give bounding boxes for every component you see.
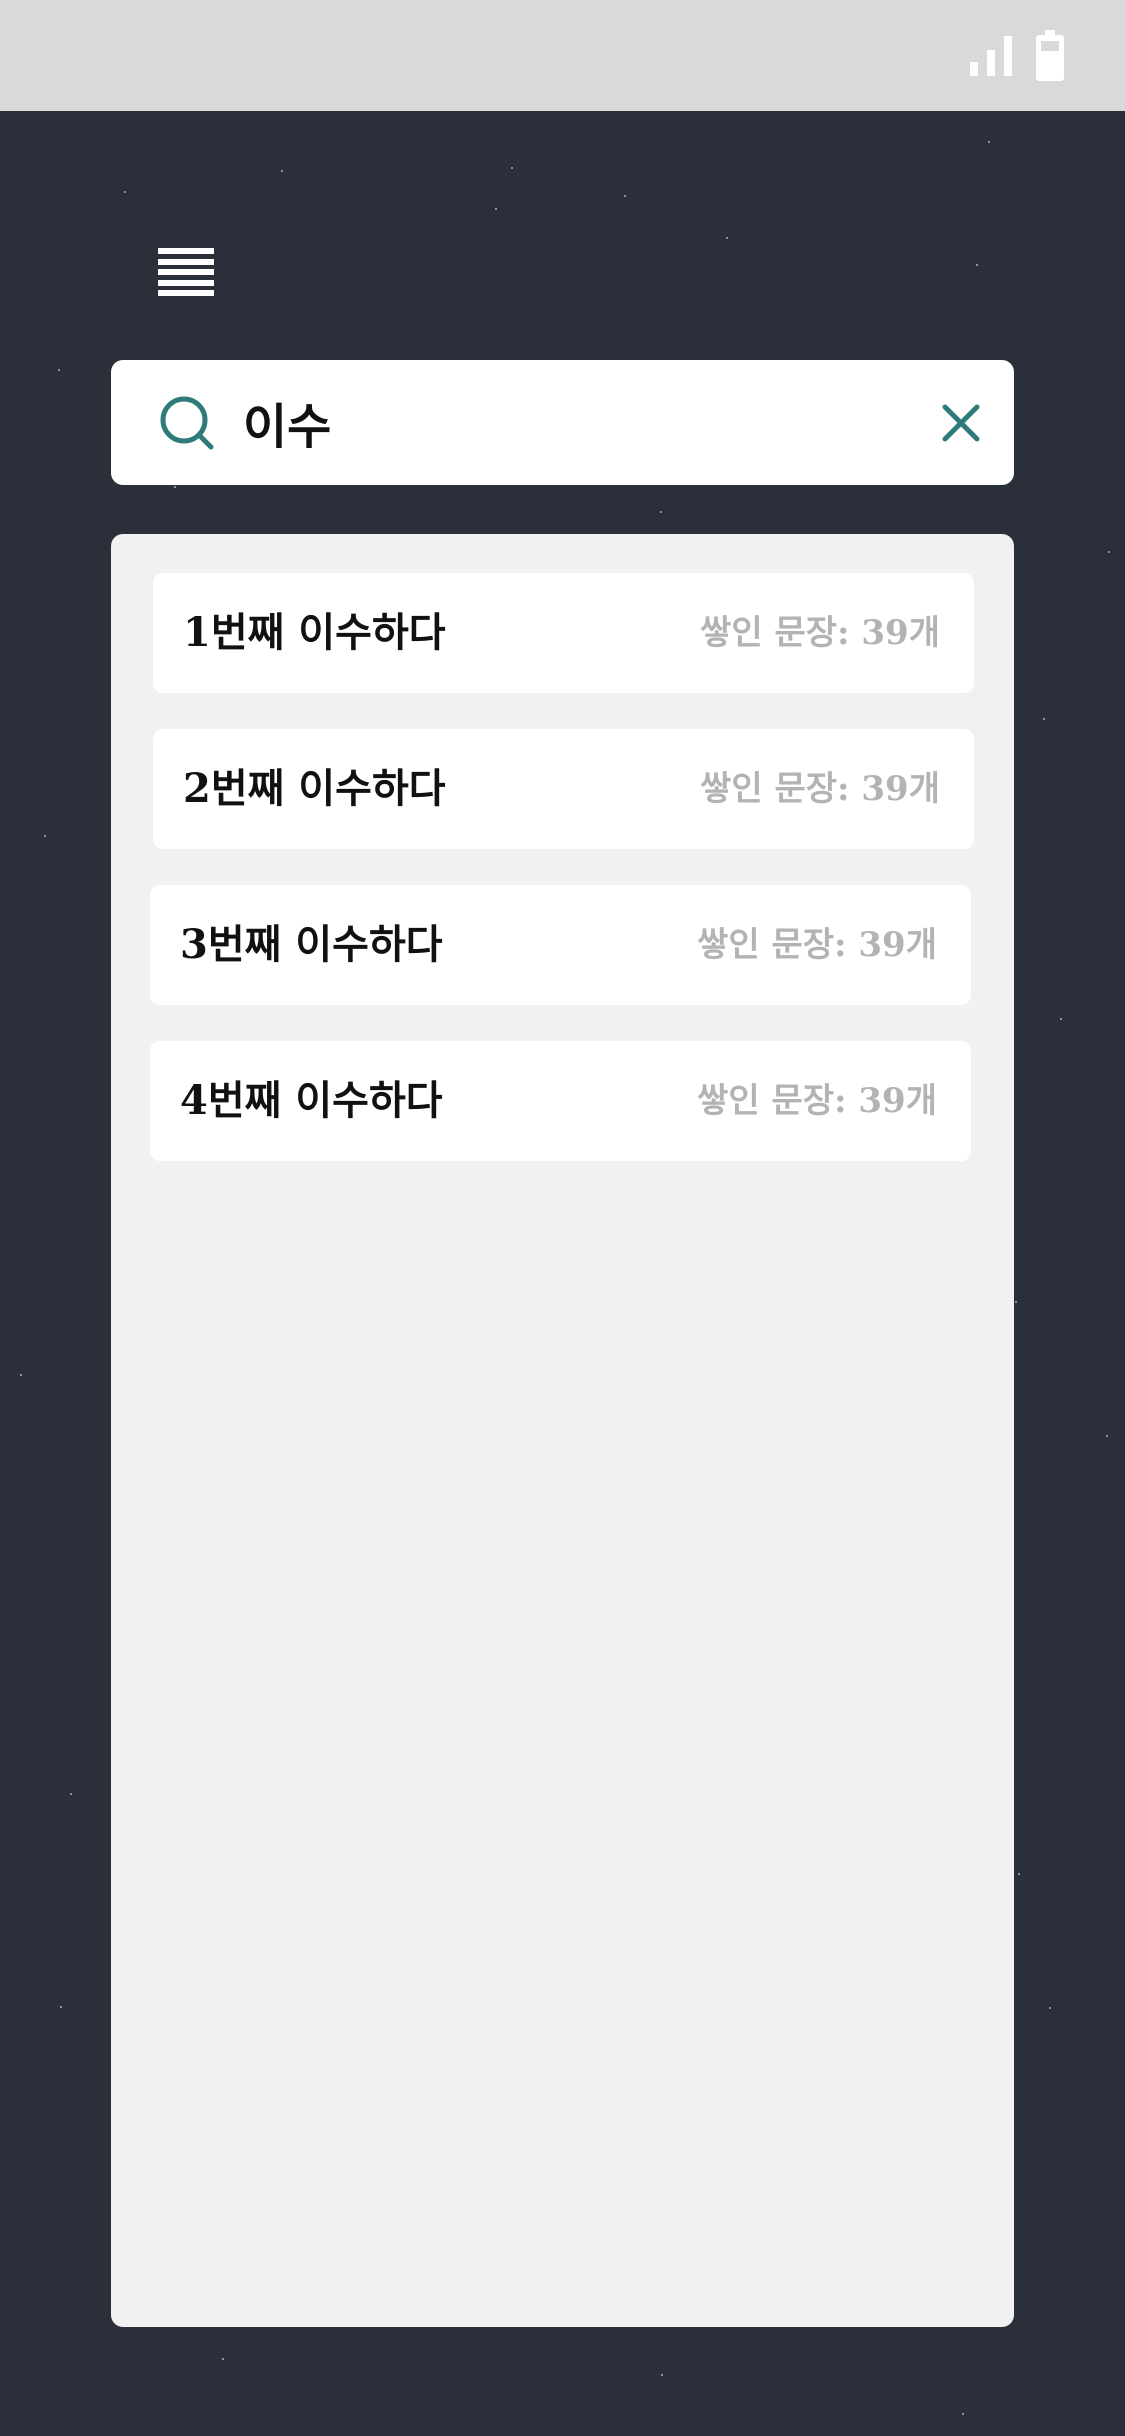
sentence-count: 쌓인 문장: 39개	[697, 925, 937, 965]
sentence-count: 쌓인 문장: 39개	[700, 613, 940, 653]
close-icon[interactable]	[933, 395, 989, 451]
result-title: 1번째 이수하다	[183, 609, 446, 656]
results-panel: 1번째 이수하다 쌓인 문장: 39개 2번째 이수하다 쌓인 문장: 39개 …	[111, 534, 1014, 2327]
search-icon	[160, 396, 214, 450]
list-item[interactable]: 3번째 이수하다 쌓인 문장: 39개	[150, 885, 971, 1005]
hamburger-menu-icon	[158, 248, 214, 254]
result-title: 3번째 이수하다	[180, 921, 443, 968]
search-input[interactable]	[243, 386, 883, 458]
battery-icon	[1036, 30, 1064, 81]
list-item[interactable]: 1번째 이수하다 쌓인 문장: 39개	[153, 573, 974, 693]
status-bar	[0, 0, 1125, 111]
sentence-count: 쌓인 문장: 39개	[700, 769, 940, 809]
menu-button[interactable]	[158, 248, 214, 296]
result-title: 2번째 이수하다	[183, 765, 446, 812]
list-item[interactable]: 4번째 이수하다 쌓인 문장: 39개	[150, 1041, 971, 1161]
search-bar	[111, 360, 1014, 485]
sentence-count: 쌓인 문장: 39개	[697, 1081, 937, 1121]
result-title: 4번째 이수하다	[180, 1077, 443, 1124]
signal-icon	[970, 36, 1012, 76]
list-item[interactable]: 2번째 이수하다 쌓인 문장: 39개	[153, 729, 974, 849]
